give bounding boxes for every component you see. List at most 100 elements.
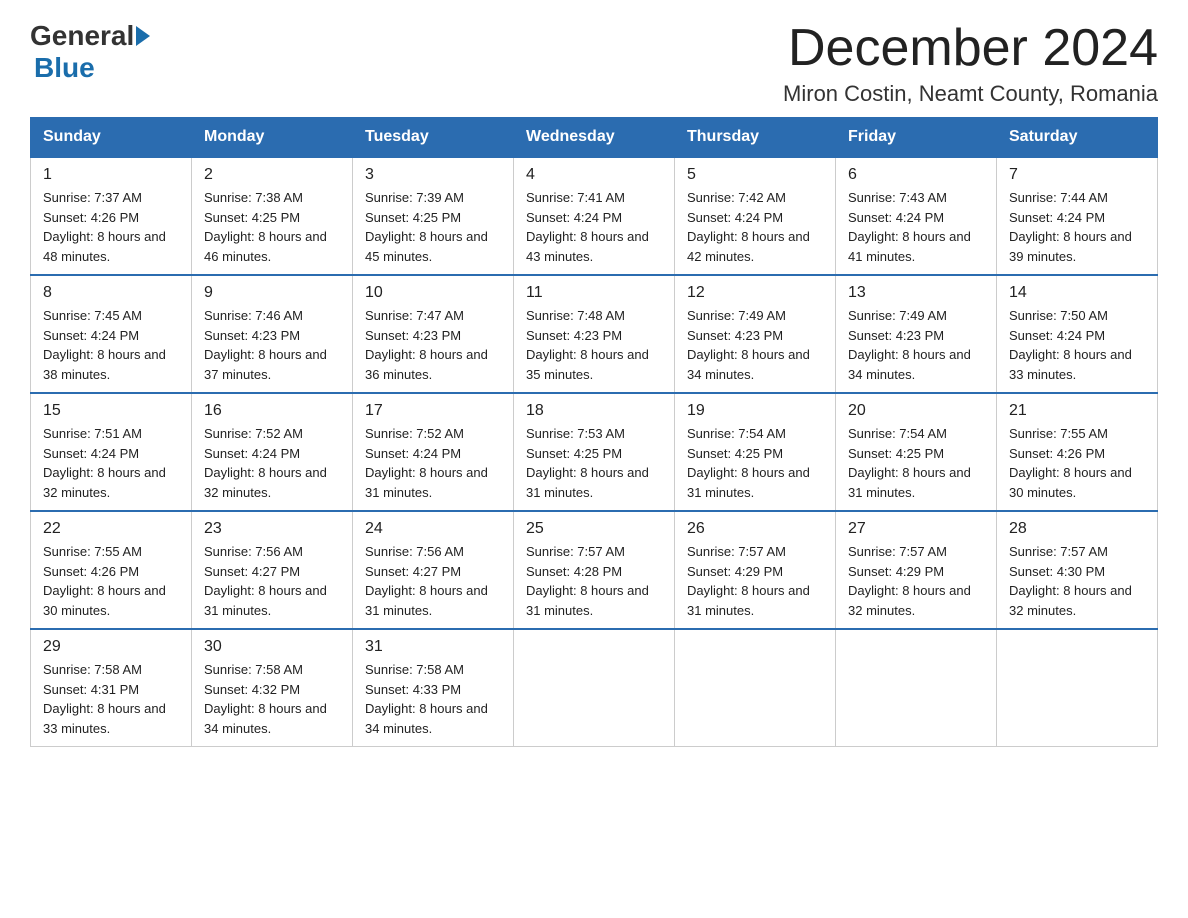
day-number: 28 [1009,520,1145,538]
calendar-cell: 30 Sunrise: 7:58 AM Sunset: 4:32 PM Dayl… [192,629,353,747]
day-number: 2 [204,166,340,184]
day-info: Sunrise: 7:52 AM Sunset: 4:24 PM Dayligh… [204,424,340,502]
calendar-cell: 18 Sunrise: 7:53 AM Sunset: 4:25 PM Dayl… [514,393,675,511]
calendar-cell: 9 Sunrise: 7:46 AM Sunset: 4:23 PM Dayli… [192,275,353,393]
week-row-3: 15 Sunrise: 7:51 AM Sunset: 4:24 PM Dayl… [31,393,1158,511]
day-number: 9 [204,284,340,302]
day-info: Sunrise: 7:54 AM Sunset: 4:25 PM Dayligh… [848,424,984,502]
weekday-header-row: Sunday Monday Tuesday Wednesday Thursday… [31,118,1158,158]
day-info: Sunrise: 7:56 AM Sunset: 4:27 PM Dayligh… [204,542,340,620]
calendar-cell [514,629,675,747]
calendar-cell: 24 Sunrise: 7:56 AM Sunset: 4:27 PM Dayl… [353,511,514,629]
day-number: 19 [687,402,823,420]
calendar-cell [836,629,997,747]
page-header: General Blue December 2024 Miron Costin,… [30,20,1158,107]
calendar-table: Sunday Monday Tuesday Wednesday Thursday… [30,117,1158,747]
logo-general-text: General [30,20,134,52]
calendar-cell: 11 Sunrise: 7:48 AM Sunset: 4:23 PM Dayl… [514,275,675,393]
header-tuesday: Tuesday [353,118,514,158]
week-row-5: 29 Sunrise: 7:58 AM Sunset: 4:31 PM Dayl… [31,629,1158,747]
calendar-cell: 20 Sunrise: 7:54 AM Sunset: 4:25 PM Dayl… [836,393,997,511]
day-number: 26 [687,520,823,538]
calendar-cell: 6 Sunrise: 7:43 AM Sunset: 4:24 PM Dayli… [836,157,997,275]
day-number: 31 [365,638,501,656]
day-number: 3 [365,166,501,184]
day-info: Sunrise: 7:37 AM Sunset: 4:26 PM Dayligh… [43,188,179,266]
calendar-cell: 31 Sunrise: 7:58 AM Sunset: 4:33 PM Dayl… [353,629,514,747]
day-number: 20 [848,402,984,420]
calendar-cell: 16 Sunrise: 7:52 AM Sunset: 4:24 PM Dayl… [192,393,353,511]
day-info: Sunrise: 7:49 AM Sunset: 4:23 PM Dayligh… [848,306,984,384]
day-number: 17 [365,402,501,420]
calendar-cell: 25 Sunrise: 7:57 AM Sunset: 4:28 PM Dayl… [514,511,675,629]
day-info: Sunrise: 7:58 AM Sunset: 4:33 PM Dayligh… [365,660,501,738]
day-number: 25 [526,520,662,538]
logo-blue-label: Blue [34,52,95,83]
day-info: Sunrise: 7:39 AM Sunset: 4:25 PM Dayligh… [365,188,501,266]
day-info: Sunrise: 7:41 AM Sunset: 4:24 PM Dayligh… [526,188,662,266]
title-section: December 2024 Miron Costin, Neamt County… [783,20,1158,107]
logo-top: General [30,20,152,52]
header-thursday: Thursday [675,118,836,158]
calendar-cell: 22 Sunrise: 7:55 AM Sunset: 4:26 PM Dayl… [31,511,192,629]
day-info: Sunrise: 7:49 AM Sunset: 4:23 PM Dayligh… [687,306,823,384]
day-info: Sunrise: 7:44 AM Sunset: 4:24 PM Dayligh… [1009,188,1145,266]
day-number: 22 [43,520,179,538]
calendar-cell: 7 Sunrise: 7:44 AM Sunset: 4:24 PM Dayli… [997,157,1158,275]
day-info: Sunrise: 7:43 AM Sunset: 4:24 PM Dayligh… [848,188,984,266]
day-number: 1 [43,166,179,184]
month-title: December 2024 [783,20,1158,77]
day-info: Sunrise: 7:48 AM Sunset: 4:23 PM Dayligh… [526,306,662,384]
header-friday: Friday [836,118,997,158]
calendar-cell: 28 Sunrise: 7:57 AM Sunset: 4:30 PM Dayl… [997,511,1158,629]
calendar-cell [675,629,836,747]
calendar-cell: 23 Sunrise: 7:56 AM Sunset: 4:27 PM Dayl… [192,511,353,629]
day-info: Sunrise: 7:53 AM Sunset: 4:25 PM Dayligh… [526,424,662,502]
day-number: 13 [848,284,984,302]
day-number: 18 [526,402,662,420]
day-number: 21 [1009,402,1145,420]
day-info: Sunrise: 7:54 AM Sunset: 4:25 PM Dayligh… [687,424,823,502]
calendar-cell: 21 Sunrise: 7:55 AM Sunset: 4:26 PM Dayl… [997,393,1158,511]
calendar-cell: 14 Sunrise: 7:50 AM Sunset: 4:24 PM Dayl… [997,275,1158,393]
calendar-cell: 1 Sunrise: 7:37 AM Sunset: 4:26 PM Dayli… [31,157,192,275]
day-info: Sunrise: 7:46 AM Sunset: 4:23 PM Dayligh… [204,306,340,384]
calendar-cell: 5 Sunrise: 7:42 AM Sunset: 4:24 PM Dayli… [675,157,836,275]
calendar-cell: 26 Sunrise: 7:57 AM Sunset: 4:29 PM Dayl… [675,511,836,629]
logo-bottom: Blue [34,52,95,84]
day-number: 11 [526,284,662,302]
logo-blue-part [134,26,152,46]
day-info: Sunrise: 7:58 AM Sunset: 4:31 PM Dayligh… [43,660,179,738]
day-info: Sunrise: 7:51 AM Sunset: 4:24 PM Dayligh… [43,424,179,502]
calendar-cell: 19 Sunrise: 7:54 AM Sunset: 4:25 PM Dayl… [675,393,836,511]
day-number: 24 [365,520,501,538]
day-number: 15 [43,402,179,420]
header-sunday: Sunday [31,118,192,158]
week-row-4: 22 Sunrise: 7:55 AM Sunset: 4:26 PM Dayl… [31,511,1158,629]
day-info: Sunrise: 7:57 AM Sunset: 4:30 PM Dayligh… [1009,542,1145,620]
day-number: 16 [204,402,340,420]
calendar-cell: 13 Sunrise: 7:49 AM Sunset: 4:23 PM Dayl… [836,275,997,393]
calendar-cell: 2 Sunrise: 7:38 AM Sunset: 4:25 PM Dayli… [192,157,353,275]
logo: General Blue [30,20,152,84]
week-row-1: 1 Sunrise: 7:37 AM Sunset: 4:26 PM Dayli… [31,157,1158,275]
calendar-cell: 27 Sunrise: 7:57 AM Sunset: 4:29 PM Dayl… [836,511,997,629]
day-info: Sunrise: 7:57 AM Sunset: 4:28 PM Dayligh… [526,542,662,620]
day-info: Sunrise: 7:56 AM Sunset: 4:27 PM Dayligh… [365,542,501,620]
day-info: Sunrise: 7:57 AM Sunset: 4:29 PM Dayligh… [848,542,984,620]
day-number: 7 [1009,166,1145,184]
header-saturday: Saturday [997,118,1158,158]
header-monday: Monday [192,118,353,158]
day-info: Sunrise: 7:38 AM Sunset: 4:25 PM Dayligh… [204,188,340,266]
day-info: Sunrise: 7:52 AM Sunset: 4:24 PM Dayligh… [365,424,501,502]
day-number: 4 [526,166,662,184]
calendar-cell: 10 Sunrise: 7:47 AM Sunset: 4:23 PM Dayl… [353,275,514,393]
day-info: Sunrise: 7:55 AM Sunset: 4:26 PM Dayligh… [1009,424,1145,502]
day-number: 8 [43,284,179,302]
day-info: Sunrise: 7:47 AM Sunset: 4:23 PM Dayligh… [365,306,501,384]
header-wednesday: Wednesday [514,118,675,158]
calendar-cell: 8 Sunrise: 7:45 AM Sunset: 4:24 PM Dayli… [31,275,192,393]
day-info: Sunrise: 7:55 AM Sunset: 4:26 PM Dayligh… [43,542,179,620]
calendar-cell: 17 Sunrise: 7:52 AM Sunset: 4:24 PM Dayl… [353,393,514,511]
calendar-cell: 3 Sunrise: 7:39 AM Sunset: 4:25 PM Dayli… [353,157,514,275]
